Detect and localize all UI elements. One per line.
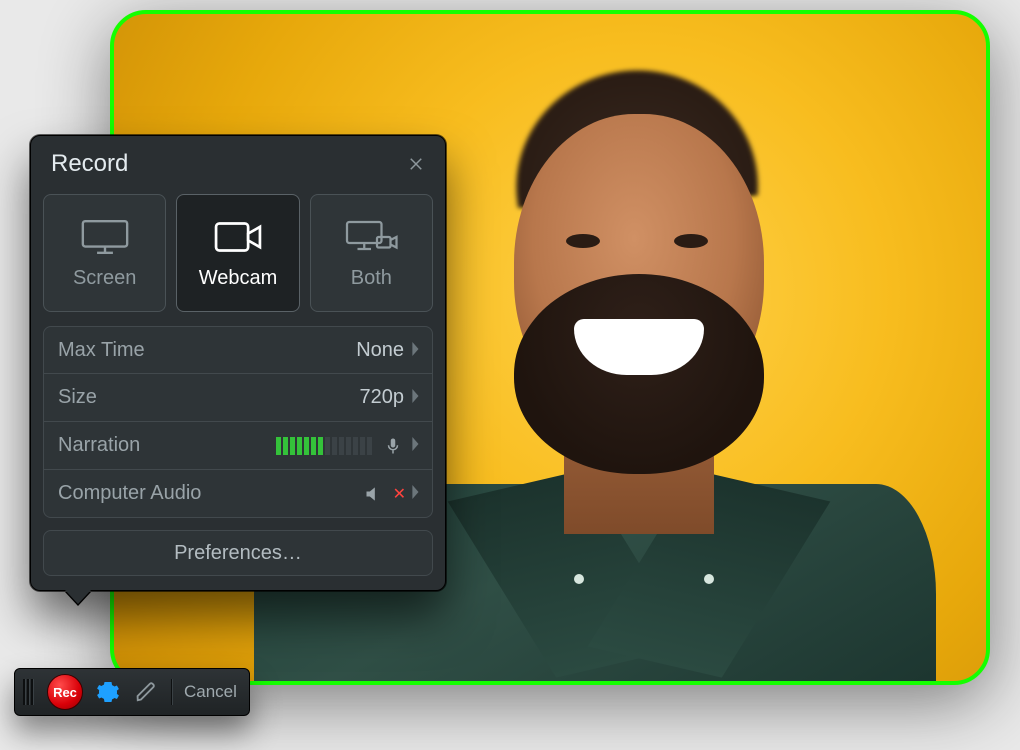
preferences-label: Preferences… [174,542,302,565]
narration-label: Narration [58,434,276,457]
chevron-right-icon [410,482,422,505]
record-mode-row: Screen Webcam Both [31,194,445,326]
record-popover: Record Screen Webcam [30,135,446,591]
microphone-icon [382,435,404,457]
speaker-muted-icon [363,483,385,505]
pencil-icon[interactable] [133,679,159,705]
mode-both-button[interactable]: Both [310,194,433,312]
cancel-button[interactable]: Cancel [184,682,237,702]
computer-audio-label: Computer Audio [58,482,363,505]
max-time-value: None [356,339,404,362]
mode-both-label: Both [351,267,392,290]
mode-webcam-label: Webcam [199,267,278,290]
size-value: 720p [360,386,405,409]
monitor-camera-icon [344,217,398,257]
mute-x-icon: ✕ [393,484,406,504]
size-label: Size [58,386,360,409]
max-time-label: Max Time [58,339,356,362]
mode-webcam-button[interactable]: Webcam [176,194,299,312]
row-narration[interactable]: Narration [43,422,433,470]
row-max-time[interactable]: Max Time None [43,326,433,374]
recorder-toolbar: Rec Cancel [14,668,250,716]
popover-title: Record [51,150,128,178]
chevron-right-icon [410,434,422,457]
preferences-button[interactable]: Preferences… [43,530,433,576]
row-size[interactable]: Size 720p [43,374,433,422]
record-button[interactable]: Rec [47,674,83,710]
drag-handle-icon[interactable] [23,679,33,705]
monitor-icon [78,217,132,257]
close-icon[interactable] [405,153,427,175]
camera-icon [211,217,265,257]
gear-icon[interactable] [95,679,121,705]
chevron-right-icon [410,339,422,362]
chevron-right-icon [410,386,422,409]
mode-screen-button[interactable]: Screen [43,194,166,312]
toolbar-separator [171,679,172,705]
mode-screen-label: Screen [73,267,136,290]
row-computer-audio[interactable]: Computer Audio ✕ [43,470,433,518]
audio-level-meter [276,437,372,455]
